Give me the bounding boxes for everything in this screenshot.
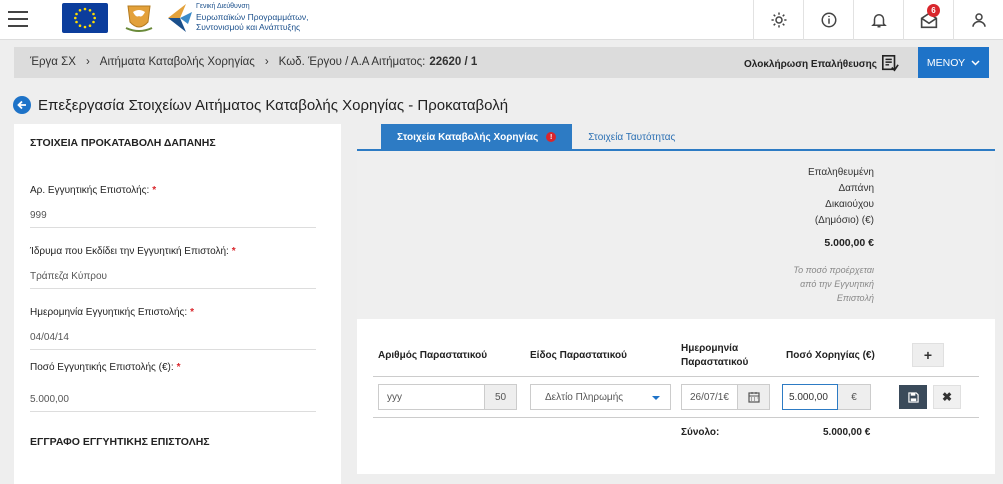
doc-number-input[interactable]: yyy	[378, 384, 485, 410]
directorate-logo-text: Γενική Διεύθυνση Ευρωπαϊκών Προγραμμάτων…	[196, 3, 309, 32]
breadcrumb-item-current-value: 22620 / 1	[429, 56, 478, 68]
breadcrumb-item-current-prefix: Κωδ. Έργου / Α.Α Αιτήματος:	[278, 56, 426, 68]
info-button[interactable]	[803, 0, 853, 40]
date-picker-button[interactable]	[738, 384, 770, 410]
notifications-button[interactable]	[853, 0, 903, 40]
breadcrumb-bar: Έργα ΣΧ › Αιτήματα Καταβολής Χορηγίας › …	[14, 47, 989, 78]
settings-button[interactable]	[753, 0, 803, 40]
add-row-button[interactable]: +	[912, 343, 944, 367]
row-divider	[373, 417, 979, 418]
documents-grid: Αριθμός Παραστατικού Είδος Παραστατικού …	[357, 319, 995, 474]
field-label-guarantee-date: Ημερομηνία Εγγυητικής Επιστολής: *	[30, 307, 195, 318]
top-icons: 6	[753, 0, 1003, 40]
section-title-guarantee-document: ΕΓΓΡΑΦΟ ΕΓΓΥΗΤΙΚΗΣ ΕΠΙΣΤΟΛΗΣ	[30, 436, 210, 448]
messages-count-badge: 6	[927, 4, 940, 17]
caret-down-icon	[652, 396, 660, 400]
breadcrumb-item-projects[interactable]: Έργα ΣΧ	[30, 56, 76, 68]
breadcrumb-separator-icon: ›	[264, 56, 269, 68]
doc-number-suffix: 50	[485, 384, 517, 410]
column-header-doc-date: Ημερομηνία Παραστατικού	[681, 343, 749, 368]
error-icon: !	[546, 132, 557, 142]
field-value-issuing-institution: Τράπεζα Κύπρου	[30, 271, 316, 289]
calendar-icon	[747, 392, 760, 403]
breadcrumb-item-payment-requests[interactable]: Αιτήματα Καταβολής Χορηγίας	[100, 56, 255, 68]
menu-label: ΜΕΝΟΥ	[926, 56, 966, 69]
directorate-logo-icon	[166, 2, 194, 34]
field-value-guarantee-number: 999	[30, 210, 316, 228]
column-header-doc-number: Αριθμός Παραστατικού	[378, 350, 488, 361]
floppy-disk-icon	[907, 391, 919, 403]
menu-dropdown-button[interactable]: ΜΕΝΟΥ	[918, 47, 989, 78]
eu-flag-logo	[62, 3, 108, 33]
field-label-guarantee-number: Αρ. Εγγυητικής Επιστολής: *	[30, 185, 157, 196]
top-header: Γενική Διεύθυνση Ευρωπαϊκών Προγραμμάτων…	[0, 0, 1003, 40]
verified-expense-value: 5.000,00 €	[824, 237, 874, 249]
messages-button[interactable]: 6	[903, 0, 953, 40]
verified-expense-label: Επαληθευμένη Δαπάνη Δικαιούχου (Δημόσιο)…	[807, 167, 874, 226]
arrow-left-icon	[17, 100, 26, 110]
field-label-guarantee-amount: Ποσό Εγγυητικής Επιστολής (€): *	[30, 362, 181, 373]
cyprus-emblem-logo	[122, 2, 156, 34]
verified-expense-summary: Επαληθευμένη Δαπάνη Δικαιούχου (Δημόσιο)…	[357, 151, 995, 319]
save-row-button[interactable]	[899, 385, 927, 409]
guarantee-details-panel: ΣΤΟΙΧΕΙΑ ΠΡΟΚΑΤΑΒΟΛΗ ΔΑΠΑΝΗΣ Αρ. Εγγυητι…	[14, 124, 341, 484]
tabs: Στοιχεία Καταβολής Χορηγίας ! Στοιχεία Τ…	[381, 124, 691, 150]
currency-addon: €	[838, 384, 871, 410]
doc-type-select[interactable]: Δελτίο Πληρωμής	[530, 384, 671, 410]
total-label: Σύνολο:	[681, 427, 720, 438]
field-value-guarantee-amount: 5.000,00	[30, 394, 316, 412]
page-title: Επεξεργασία Στοιχείων Αιτήματος Καταβολή…	[38, 97, 509, 114]
column-header-doc-type: Είδος Παραστατικού	[530, 350, 627, 361]
gear-icon	[771, 12, 786, 28]
grant-amount-input[interactable]: 5.000,00	[782, 384, 838, 410]
field-value-guarantee-date: 04/04/14	[30, 332, 316, 350]
field-label-issuing-institution: Ίδρυμα που Εκδίδει την Εγγυητική Επιστολ…	[30, 246, 236, 257]
menu-icon[interactable]	[8, 11, 28, 27]
complete-verification-button[interactable]: Ολοκλήρωση Επαλήθευσης	[744, 54, 899, 72]
tab-identity-details[interactable]: Στοιχεία Ταυτότητας	[572, 124, 691, 150]
bell-icon	[870, 14, 887, 28]
chevron-down-icon	[971, 59, 980, 66]
checklist-icon	[881, 54, 899, 72]
back-button[interactable]	[13, 96, 31, 114]
info-icon	[821, 12, 836, 28]
breadcrumb: Έργα ΣΧ › Αιτήματα Καταβολής Χορηγίας › …	[30, 56, 477, 68]
section-title-advance: ΣΤΟΙΧΕΙΑ ΠΡΟΚΑΤΑΒΟΛΗ ΔΑΠΑΝΗΣ	[30, 137, 216, 149]
user-icon	[971, 13, 986, 27]
user-button[interactable]	[953, 0, 1003, 40]
complete-verification-label: Ολοκλήρωση Επαλήθευσης	[744, 59, 877, 70]
total-value: 5.000,00 €	[823, 427, 871, 438]
header-divider	[373, 376, 979, 377]
verified-expense-note: Το ποσό προέρχεται από την Εγγυητική Επι…	[793, 265, 874, 303]
delete-row-button[interactable]: ✖	[933, 385, 961, 409]
column-header-grant-amount: Ποσό Χορηγίας (€)	[786, 350, 875, 361]
tab-payment-details[interactable]: Στοιχεία Καταβολής Χορηγίας !	[381, 124, 573, 150]
breadcrumb-separator-icon: ›	[85, 56, 90, 68]
doc-date-input[interactable]: 26/07/1€	[681, 384, 738, 410]
